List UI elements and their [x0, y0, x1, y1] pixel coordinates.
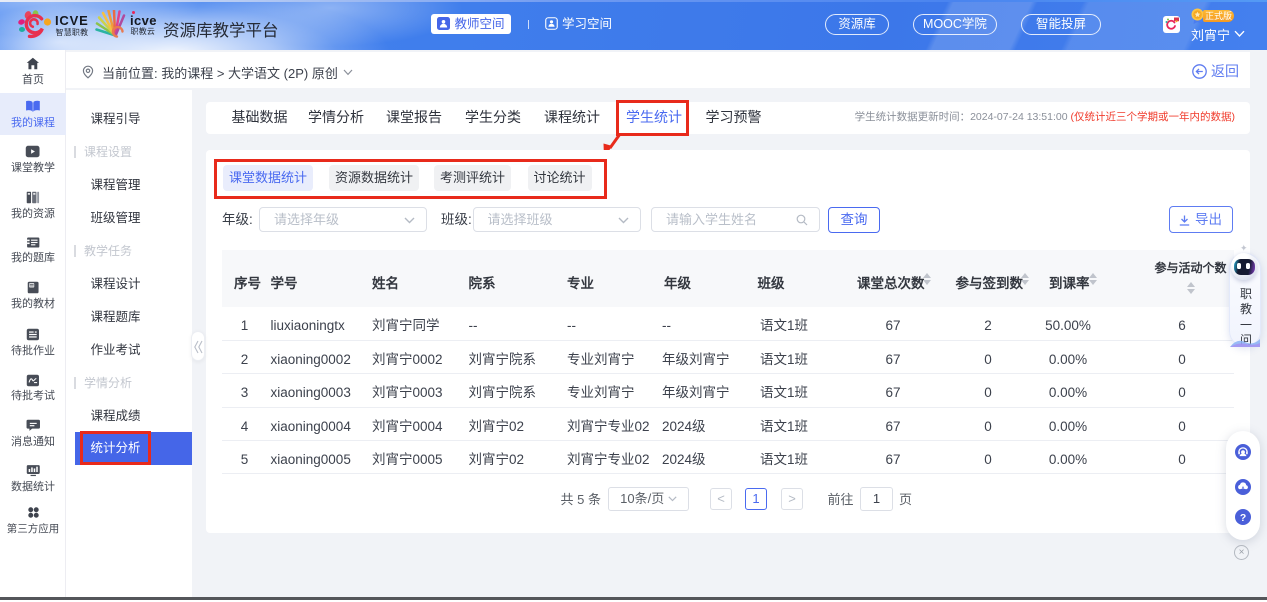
svg-text:?: ?: [1240, 513, 1246, 524]
